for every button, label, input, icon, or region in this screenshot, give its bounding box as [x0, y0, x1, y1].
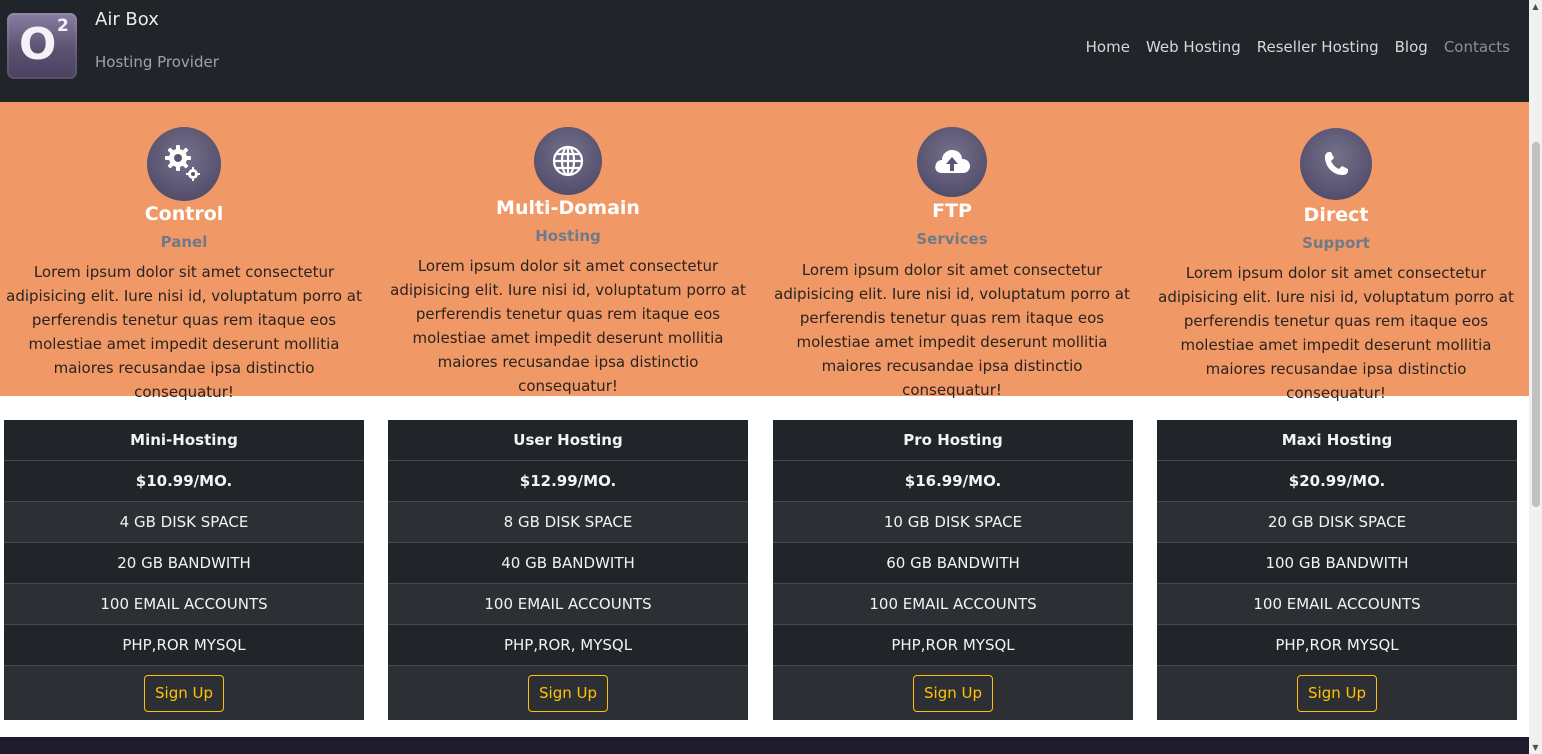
plan-name: Pro Hosting	[773, 420, 1133, 461]
pricing-table-pro: Pro Hosting $16.99/MO. 10 GB DISK SPACE …	[773, 420, 1133, 720]
phone-icon	[1300, 128, 1372, 200]
plan-email: 100 EMAIL ACCOUNTS	[1157, 584, 1517, 625]
plan-disk: 20 GB DISK SPACE	[1157, 502, 1517, 543]
plan-disk: 8 GB DISK SPACE	[388, 502, 748, 543]
signup-button[interactable]: Sign Up	[913, 674, 993, 712]
footer	[0, 737, 1529, 754]
plan-disk: 4 GB DISK SPACE	[4, 502, 364, 543]
feature-subtitle: Hosting	[535, 227, 601, 245]
plan-bandwidth: 60 GB BANDWITH	[773, 543, 1133, 584]
plan-bandwidth: 100 GB BANDWITH	[1157, 543, 1517, 584]
feature-subtitle: Panel	[160, 233, 208, 251]
nav-blog[interactable]: Blog	[1387, 37, 1436, 57]
scroll-up-arrow-icon[interactable]: ▲	[1529, 0, 1542, 13]
signup-button[interactable]: Sign Up	[528, 674, 608, 712]
feature-description: Lorem ipsum dolor sit amet consectetur a…	[774, 261, 1130, 399]
brand-name[interactable]: Air Box	[95, 9, 159, 30]
feature-title: Control	[144, 203, 224, 225]
plan-bandwidth: 40 GB BANDWITH	[388, 543, 748, 584]
feature-description: Lorem ipsum dolor sit amet consectetur a…	[6, 263, 362, 401]
nav-web-hosting[interactable]: Web Hosting	[1138, 37, 1249, 57]
feature-title: Multi-Domain	[496, 197, 640, 219]
plan-price: $10.99/MO.	[4, 461, 364, 502]
plan-tech: PHP,ROR MYSQL	[1157, 625, 1517, 666]
plan-name: User Hosting	[388, 420, 748, 461]
pricing-table-maxi: Maxi Hosting $20.99/MO. 20 GB DISK SPACE…	[1157, 420, 1517, 720]
feature-description: Lorem ipsum dolor sit amet consectetur a…	[1158, 264, 1514, 402]
plan-price: $16.99/MO.	[773, 461, 1133, 502]
plan-action-row: Sign Up	[4, 666, 364, 720]
feature-subtitle: Services	[916, 230, 988, 248]
pricing-table-user: User Hosting $12.99/MO. 8 GB DISK SPACE …	[388, 420, 748, 720]
feature-title: FTP	[932, 200, 972, 222]
plan-action-row: Sign Up	[1157, 666, 1517, 720]
scrollbar-thumb[interactable]	[1532, 142, 1540, 507]
logo-superscript: 2	[57, 16, 69, 36]
plan-email: 100 EMAIL ACCOUNTS	[388, 584, 748, 625]
vertical-scrollbar[interactable]: ▲ ▼	[1529, 0, 1542, 754]
logo-letter: O	[19, 19, 57, 70]
globe-icon	[534, 127, 602, 195]
pricing-table-mini: Mini-Hosting $10.99/MO. 4 GB DISK SPACE …	[4, 420, 364, 720]
logo[interactable]: O 2	[7, 13, 77, 79]
signup-button[interactable]: Sign Up	[144, 674, 224, 712]
navbar: O 2 Air Box Hosting Provider Home Web Ho…	[0, 0, 1529, 102]
features-section: Control Panel Lorem ipsum dolor sit amet…	[0, 102, 1529, 402]
nav-contacts[interactable]: Contacts	[1436, 37, 1518, 57]
plan-price: $12.99/MO.	[388, 461, 748, 502]
scroll-down-arrow-icon[interactable]: ▼	[1529, 741, 1542, 754]
page: O 2 Air Box Hosting Provider Home Web Ho…	[0, 0, 1529, 754]
plan-action-row: Sign Up	[773, 666, 1133, 720]
signup-button[interactable]: Sign Up	[1297, 674, 1377, 712]
feature-description: Lorem ipsum dolor sit amet consectetur a…	[390, 257, 746, 395]
plan-tech: PHP,ROR MYSQL	[4, 625, 364, 666]
plan-disk: 10 GB DISK SPACE	[773, 502, 1133, 543]
nav-reseller-hosting[interactable]: Reseller Hosting	[1249, 37, 1387, 57]
brand-tagline: Hosting Provider	[95, 53, 219, 71]
plan-action-row: Sign Up	[388, 666, 748, 720]
plan-name: Mini-Hosting	[4, 420, 364, 461]
plan-bandwidth: 20 GB BANDWITH	[4, 543, 364, 584]
feature-title: Direct	[1303, 204, 1369, 226]
feature-subtitle: Support	[1302, 234, 1370, 252]
gears-icon	[147, 127, 221, 201]
nav-home[interactable]: Home	[1078, 37, 1138, 57]
main-nav: Home Web Hosting Reseller Hosting Blog C…	[1078, 37, 1518, 57]
plan-email: 100 EMAIL ACCOUNTS	[773, 584, 1133, 625]
plan-name: Maxi Hosting	[1157, 420, 1517, 461]
plan-email: 100 EMAIL ACCOUNTS	[4, 584, 364, 625]
cloud-upload-icon	[917, 127, 987, 197]
plan-tech: PHP,ROR MYSQL	[773, 625, 1133, 666]
plan-tech: PHP,ROR, MYSQL	[388, 625, 748, 666]
plan-price: $20.99/MO.	[1157, 461, 1517, 502]
